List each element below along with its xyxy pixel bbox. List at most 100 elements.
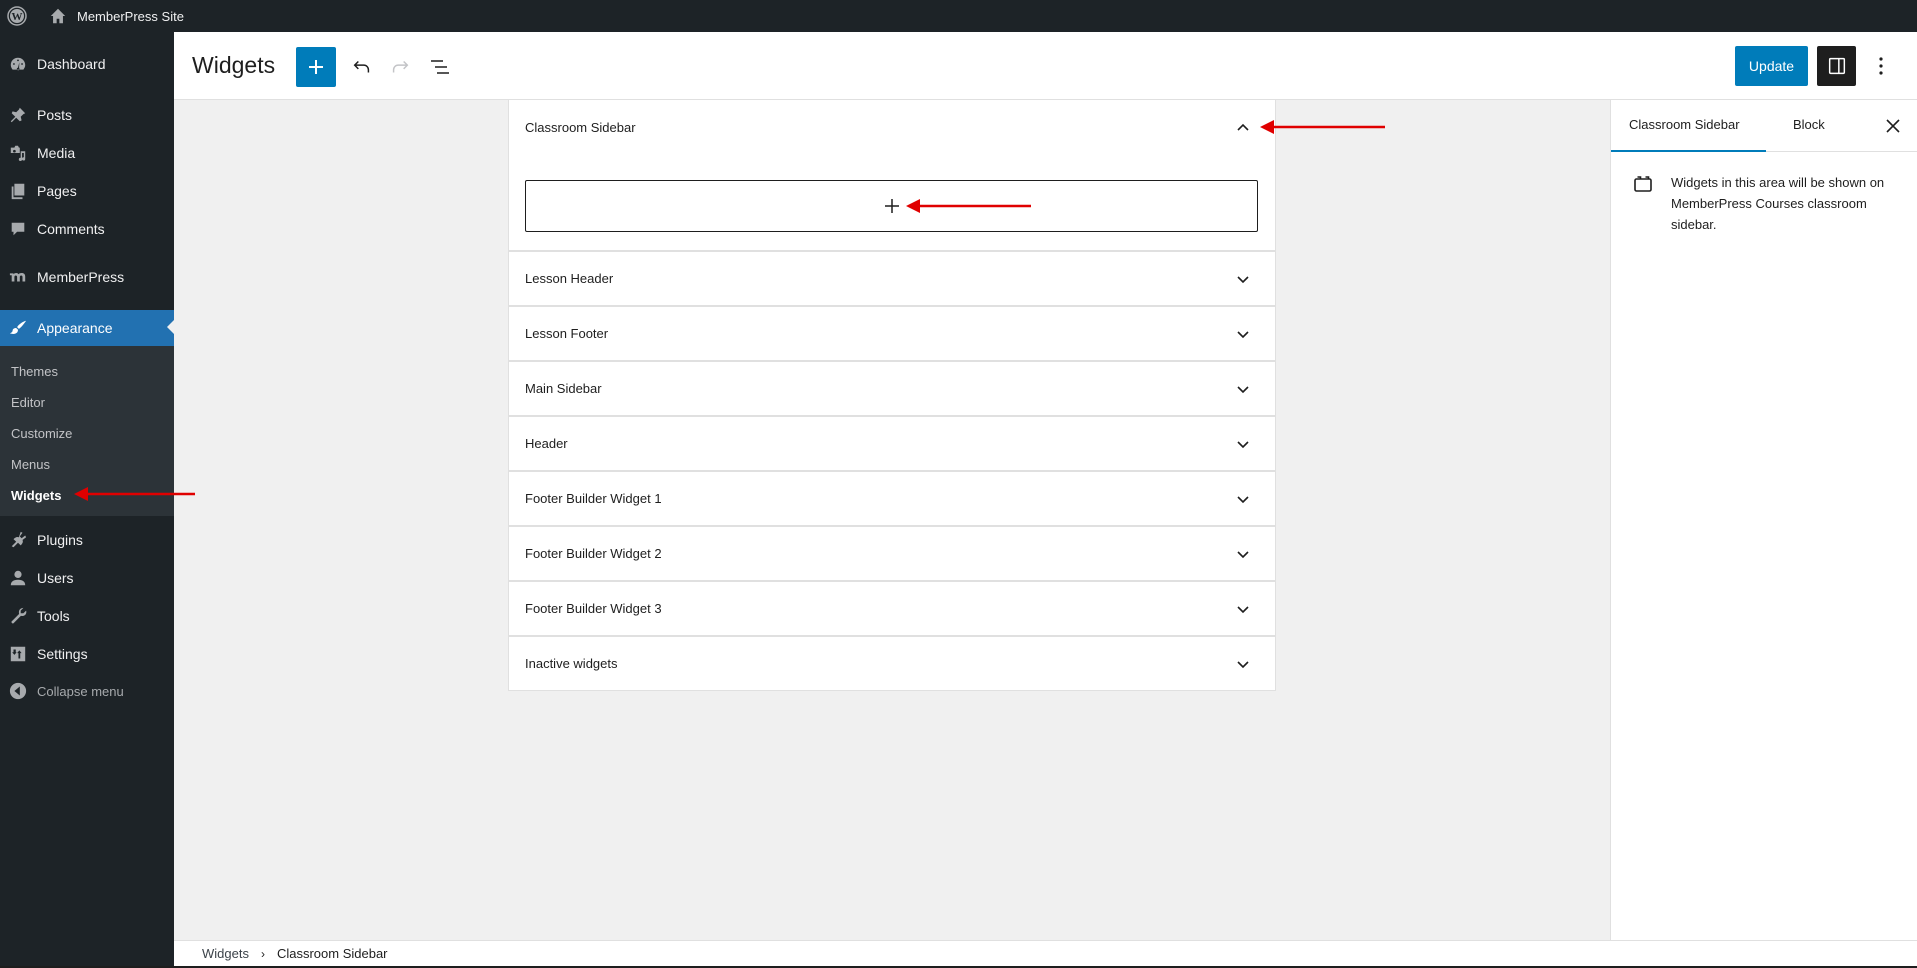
sidebar-item-label: Posts xyxy=(37,107,73,123)
tab-block[interactable]: Block xyxy=(1783,100,1835,152)
sidebar-item-tools[interactable]: Tools xyxy=(0,599,174,633)
annotation-arrow xyxy=(1260,120,1385,134)
redo-button[interactable] xyxy=(382,47,418,87)
media-icon xyxy=(8,143,28,163)
widget-area-row[interactable]: Header xyxy=(509,417,1275,472)
widget-area-row[interactable]: Lesson Header xyxy=(509,252,1275,307)
widget-area-title: Lesson Header xyxy=(525,271,614,286)
admin-sidebar: Dashboard Posts Media Pages Comments Mem… xyxy=(0,32,174,968)
widget-area-row[interactable]: Main Sidebar xyxy=(509,362,1275,417)
sidebar-item-label: Appearance xyxy=(37,320,113,336)
pin-icon xyxy=(8,105,28,125)
submenu-menus[interactable]: Menus xyxy=(11,455,50,475)
home-icon xyxy=(50,8,66,24)
memberpress-icon xyxy=(8,267,28,287)
breadcrumb-item-widgets[interactable]: Widgets xyxy=(202,946,249,961)
wordpress-logo-icon[interactable]: W xyxy=(7,6,27,26)
update-button-label: Update xyxy=(1748,58,1795,74)
sidebar-item-label: Media xyxy=(37,145,76,161)
site-name: MemberPress Site xyxy=(77,8,184,24)
collapse-menu-button[interactable]: Collapse menu xyxy=(0,674,174,708)
widget-area-description: Widgets in this area will be shown on Me… xyxy=(1631,172,1911,235)
sidebar-item-appearance[interactable]: Appearance xyxy=(0,310,174,346)
widget-area-description-text: Widgets in this area will be shown on Me… xyxy=(1671,175,1885,232)
breadcrumb: Widgets › Classroom Sidebar xyxy=(174,940,1917,966)
widget-areas-list: Classroom Sidebar Lesson Header Lesson Fo… xyxy=(508,100,1276,691)
widget-area-title: Lesson Footer xyxy=(525,326,609,341)
widget-area-row[interactable]: Footer Builder Widget 3 xyxy=(509,582,1275,637)
submenu-editor[interactable]: Editor xyxy=(11,393,45,413)
submenu-customize[interactable]: Customize xyxy=(11,424,72,444)
chevron-right-icon: › xyxy=(260,946,265,961)
sidebar-item-users[interactable]: Users xyxy=(0,561,174,595)
redo-icon xyxy=(392,60,409,73)
widget-area-title: Footer Builder Widget 3 xyxy=(525,601,662,616)
wrench-icon xyxy=(8,606,28,626)
sidebar-item-media[interactable]: Media xyxy=(0,136,174,170)
sidebar-toggle-icon xyxy=(1828,57,1845,75)
chevron-down-icon[interactable] xyxy=(1235,546,1251,562)
collapse-menu-label: Collapse menu xyxy=(37,683,124,699)
widget-area-classroom-sidebar: Classroom Sidebar xyxy=(509,100,1275,252)
add-block-appender[interactable] xyxy=(525,180,1258,232)
sidebar-item-pages[interactable]: Pages xyxy=(0,174,174,208)
sidebar-item-label: Pages xyxy=(37,183,77,199)
widget-area-title: Inactive widgets xyxy=(525,656,618,671)
svg-text:W: W xyxy=(12,11,23,23)
sidebar-item-memberpress[interactable]: MemberPress xyxy=(0,260,174,294)
settings-sidebar-toggle[interactable] xyxy=(1817,46,1856,86)
breadcrumb-item-classroom-sidebar[interactable]: Classroom Sidebar xyxy=(277,946,388,961)
widget-area-title: Header xyxy=(525,436,568,451)
chevron-down-icon[interactable] xyxy=(1235,656,1251,672)
chevron-down-icon[interactable] xyxy=(1235,491,1251,507)
widget-area-title: Footer Builder Widget 2 xyxy=(525,546,662,561)
chevron-down-icon[interactable] xyxy=(1235,381,1251,397)
undo-icon xyxy=(353,60,370,73)
sidebar-item-plugins[interactable]: Plugins xyxy=(0,523,174,557)
widget-area-row[interactable]: Lesson Footer xyxy=(509,307,1275,362)
settings-icon xyxy=(8,644,28,664)
admin-bar: W MemberPress Site xyxy=(0,0,1917,32)
widget-area-row[interactable]: Inactive widgets xyxy=(509,637,1275,690)
submenu-themes[interactable]: Themes xyxy=(11,362,58,382)
chevron-down-icon[interactable] xyxy=(1235,601,1251,617)
sidebar-item-settings[interactable]: Settings xyxy=(0,637,174,671)
chevron-up-icon[interactable] xyxy=(1235,120,1251,136)
kebab-icon xyxy=(1879,57,1883,75)
tab-widget-area[interactable]: Classroom Sidebar xyxy=(1611,100,1766,152)
undo-button[interactable] xyxy=(344,47,380,87)
plugin-icon xyxy=(8,530,28,550)
chevron-down-icon[interactable] xyxy=(1235,436,1251,452)
close-icon[interactable] xyxy=(1881,114,1905,138)
widget-area-icon xyxy=(1634,176,1652,192)
site-name-link[interactable]: MemberPress Site xyxy=(49,7,184,25)
sidebar-item-label: Tools xyxy=(37,608,70,624)
editor-header: Widgets Update xyxy=(174,32,1917,100)
settings-sidebar: Classroom Sidebar Block Widgets in this … xyxy=(1610,100,1917,940)
inspector-tabs: Classroom Sidebar Block xyxy=(1611,100,1917,152)
appearance-submenu: Themes Editor Customize Menus Widgets xyxy=(0,346,174,516)
sidebar-item-label: MemberPress xyxy=(37,269,125,285)
widget-area-row[interactable]: Footer Builder Widget 1 xyxy=(509,472,1275,527)
list-view-button[interactable] xyxy=(420,47,460,87)
page-title: Widgets xyxy=(192,52,276,78)
submenu-widgets[interactable]: Widgets xyxy=(11,486,61,506)
chevron-down-icon[interactable] xyxy=(1235,271,1251,287)
sidebar-item-label: Settings xyxy=(37,646,88,662)
list-view-icon xyxy=(431,60,449,74)
sidebar-item-posts[interactable]: Posts xyxy=(0,98,174,132)
sidebar-item-label: Users xyxy=(37,570,74,586)
chevron-down-icon[interactable] xyxy=(1235,326,1251,342)
widget-area-title[interactable]: Classroom Sidebar xyxy=(525,120,636,135)
widget-area-row[interactable]: Footer Builder Widget 2 xyxy=(509,527,1275,582)
sidebar-item-dashboard[interactable]: Dashboard xyxy=(0,47,174,81)
user-icon xyxy=(8,568,28,588)
sidebar-item-label: Plugins xyxy=(37,532,83,548)
sidebar-item-label: Dashboard xyxy=(37,56,106,72)
dashboard-icon xyxy=(8,54,28,74)
add-block-button[interactable] xyxy=(296,47,336,87)
paintbrush-icon xyxy=(8,318,28,338)
update-button[interactable]: Update xyxy=(1735,46,1808,86)
options-menu-button[interactable] xyxy=(1866,46,1896,86)
sidebar-item-comments[interactable]: Comments xyxy=(0,212,174,246)
